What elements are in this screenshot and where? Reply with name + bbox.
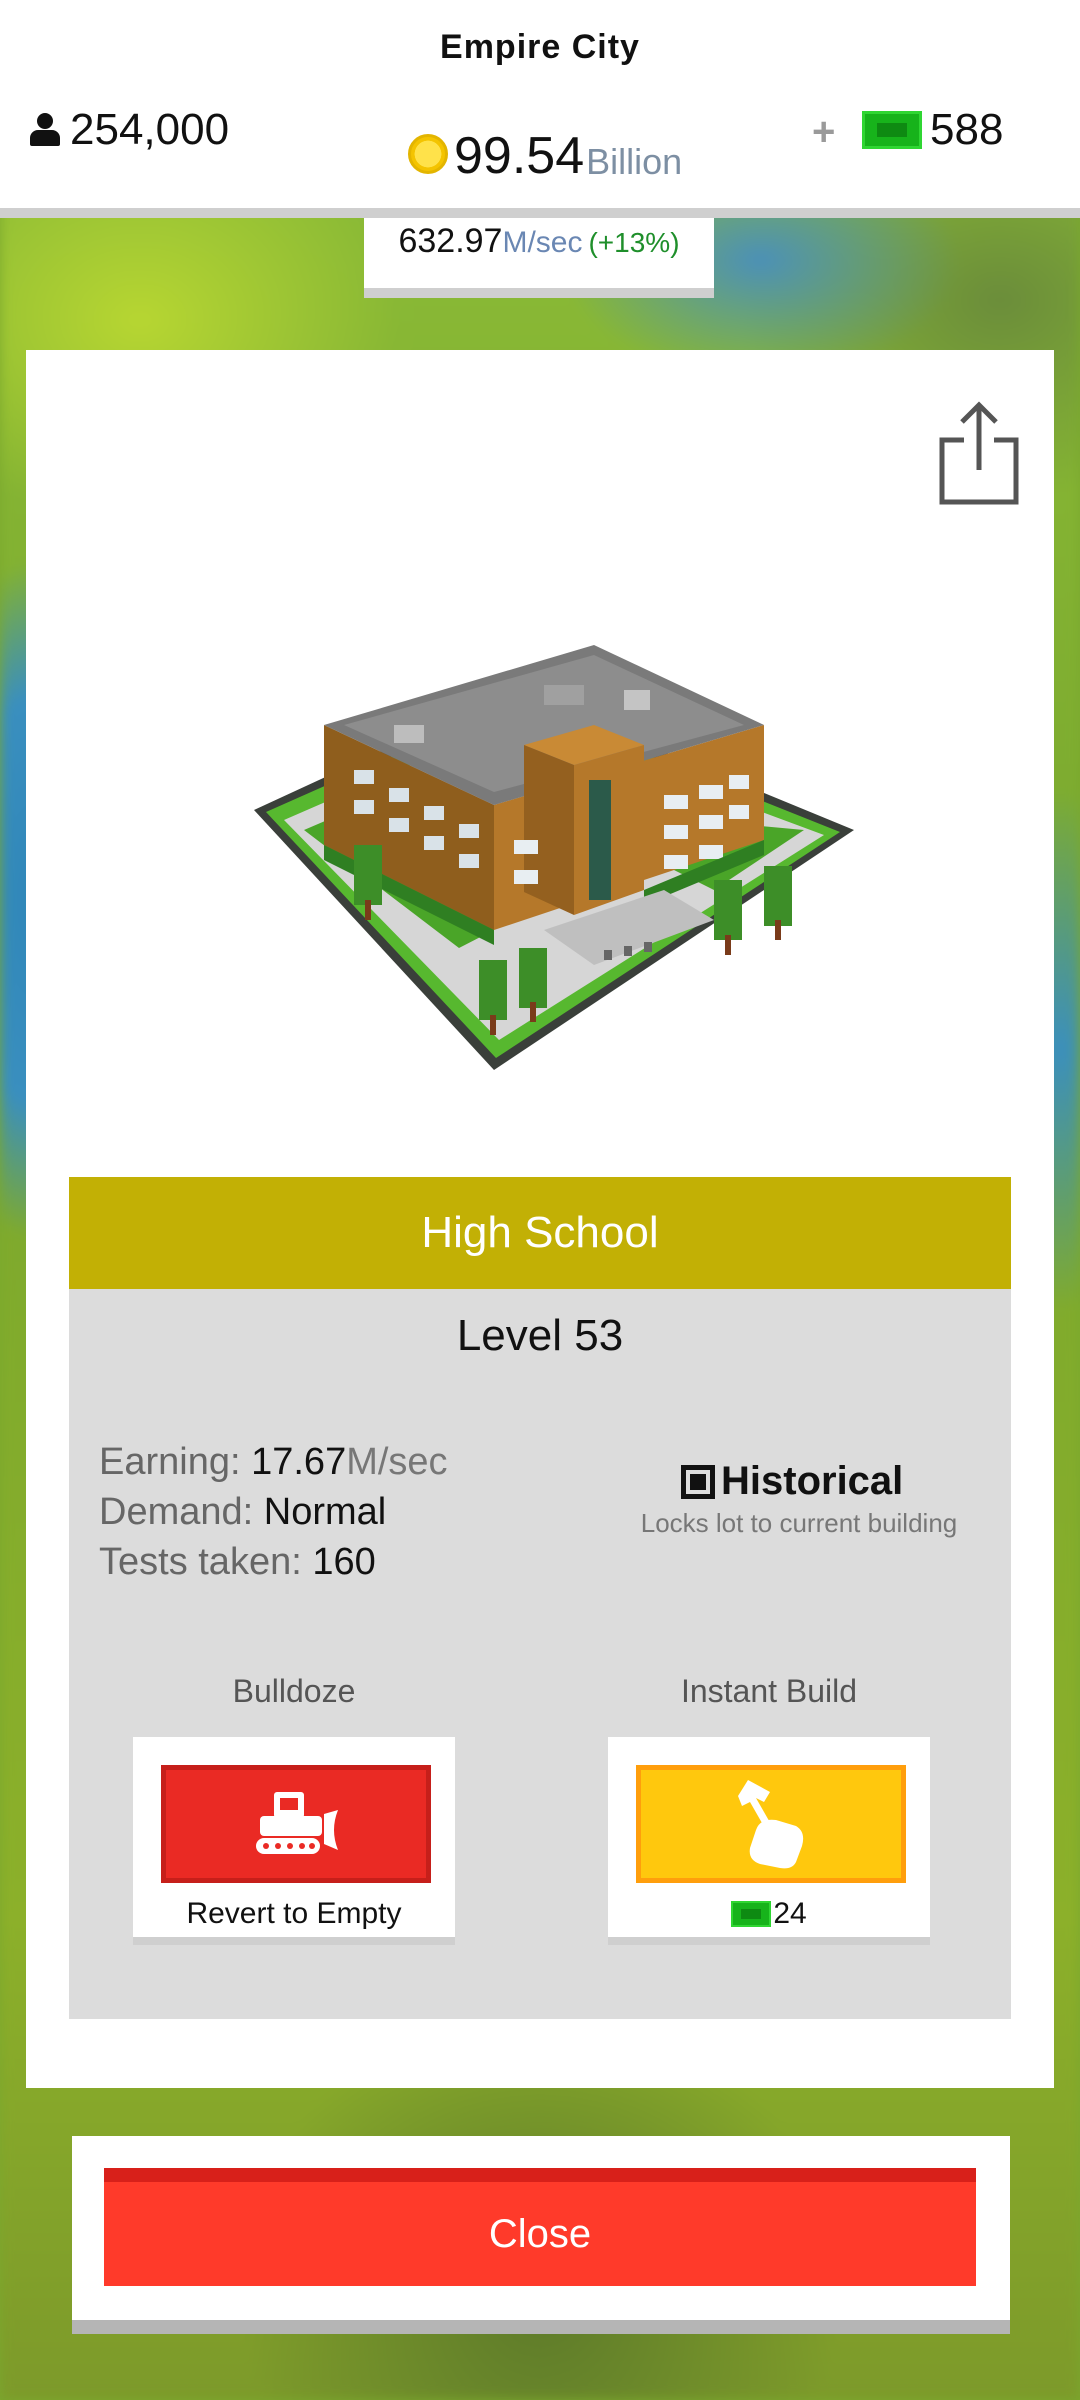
building-illustration — [254, 645, 854, 1070]
building-name-banner: High School — [69, 1177, 1011, 1289]
tests-row: Tests taken: 160 — [99, 1537, 448, 1587]
bulldoze-caption: Revert to Empty — [186, 1897, 402, 1930]
gem-counter[interactable]: 588 — [862, 105, 1003, 155]
income-change: (+13%) — [588, 227, 680, 258]
historical-toggle[interactable]: Historical Locks lot to current building — [609, 1459, 989, 1539]
instant-build-card[interactable]: 24 — [608, 1737, 930, 1945]
historical-description: Locks lot to current building — [640, 1508, 958, 1538]
gem-icon — [731, 1901, 772, 1927]
instant-build-label: Instant Build — [680, 1673, 858, 1709]
bulldoze-button[interactable] — [161, 1765, 431, 1883]
demand-value: Normal — [263, 1491, 387, 1533]
demand-label: Demand: — [99, 1491, 254, 1533]
cash-counter: 99.54 Billion — [408, 130, 682, 182]
close-button[interactable]: Close — [104, 2168, 976, 2286]
instant-build-cost-value: 24 — [773, 1897, 807, 1930]
building-dialog: High School Level 53 Earning: 17.67M/sec… — [26, 350, 1054, 2088]
tests-label: Tests taken: — [99, 1541, 302, 1583]
income-unit: M/sec — [502, 226, 583, 259]
historical-toggle-row[interactable]: Historical — [609, 1459, 989, 1504]
bulldozer-icon — [256, 1792, 338, 1854]
earning-row: Earning: 17.67M/sec — [99, 1437, 448, 1487]
top-hud: Empire City 254,000 99.54 Billion + 588 — [0, 0, 1080, 218]
city-name[interactable]: Empire City — [0, 28, 1080, 67]
historical-checkbox[interactable] — [681, 1464, 715, 1499]
earning-label: Earning: — [99, 1441, 241, 1483]
population-counter: 254,000 — [28, 105, 229, 155]
historical-label: Historical — [721, 1459, 904, 1503]
demand-row: Demand: Normal — [99, 1487, 448, 1537]
gem-value: 588 — [930, 105, 1004, 154]
instant-build-button[interactable] — [636, 1765, 906, 1883]
income-rate-tab: 632.97M/sec (+13%) — [364, 218, 714, 298]
tests-value: 160 — [312, 1541, 376, 1583]
close-bar: Close — [72, 2136, 1010, 2334]
building-level: Level 53 — [456, 1311, 624, 1360]
population-value: 254,000 — [70, 105, 230, 154]
hammer-hand-icon — [738, 1780, 804, 1869]
share-icon[interactable] — [934, 398, 1024, 508]
cash-value: 99.54 — [454, 127, 585, 185]
income-value: 632.97 — [398, 222, 503, 260]
instant-build-cost: 24 — [608, 1897, 930, 1931]
bulldoze-section-label: Bulldoze — [232, 1673, 356, 1709]
building-stats: Earning: 17.67M/sec Demand: Normal Tests… — [99, 1437, 448, 1587]
coin-icon — [408, 134, 448, 174]
earning-unit: M/sec — [346, 1441, 448, 1483]
person-icon — [28, 113, 62, 147]
gem-icon — [862, 111, 922, 149]
earning-value: 17.67 — [251, 1441, 347, 1483]
cash-unit: Billion — [586, 141, 683, 183]
bulldoze-card-main[interactable]: Revert to Empty — [133, 1737, 455, 1945]
buy-gems-button[interactable]: + — [812, 110, 835, 155]
